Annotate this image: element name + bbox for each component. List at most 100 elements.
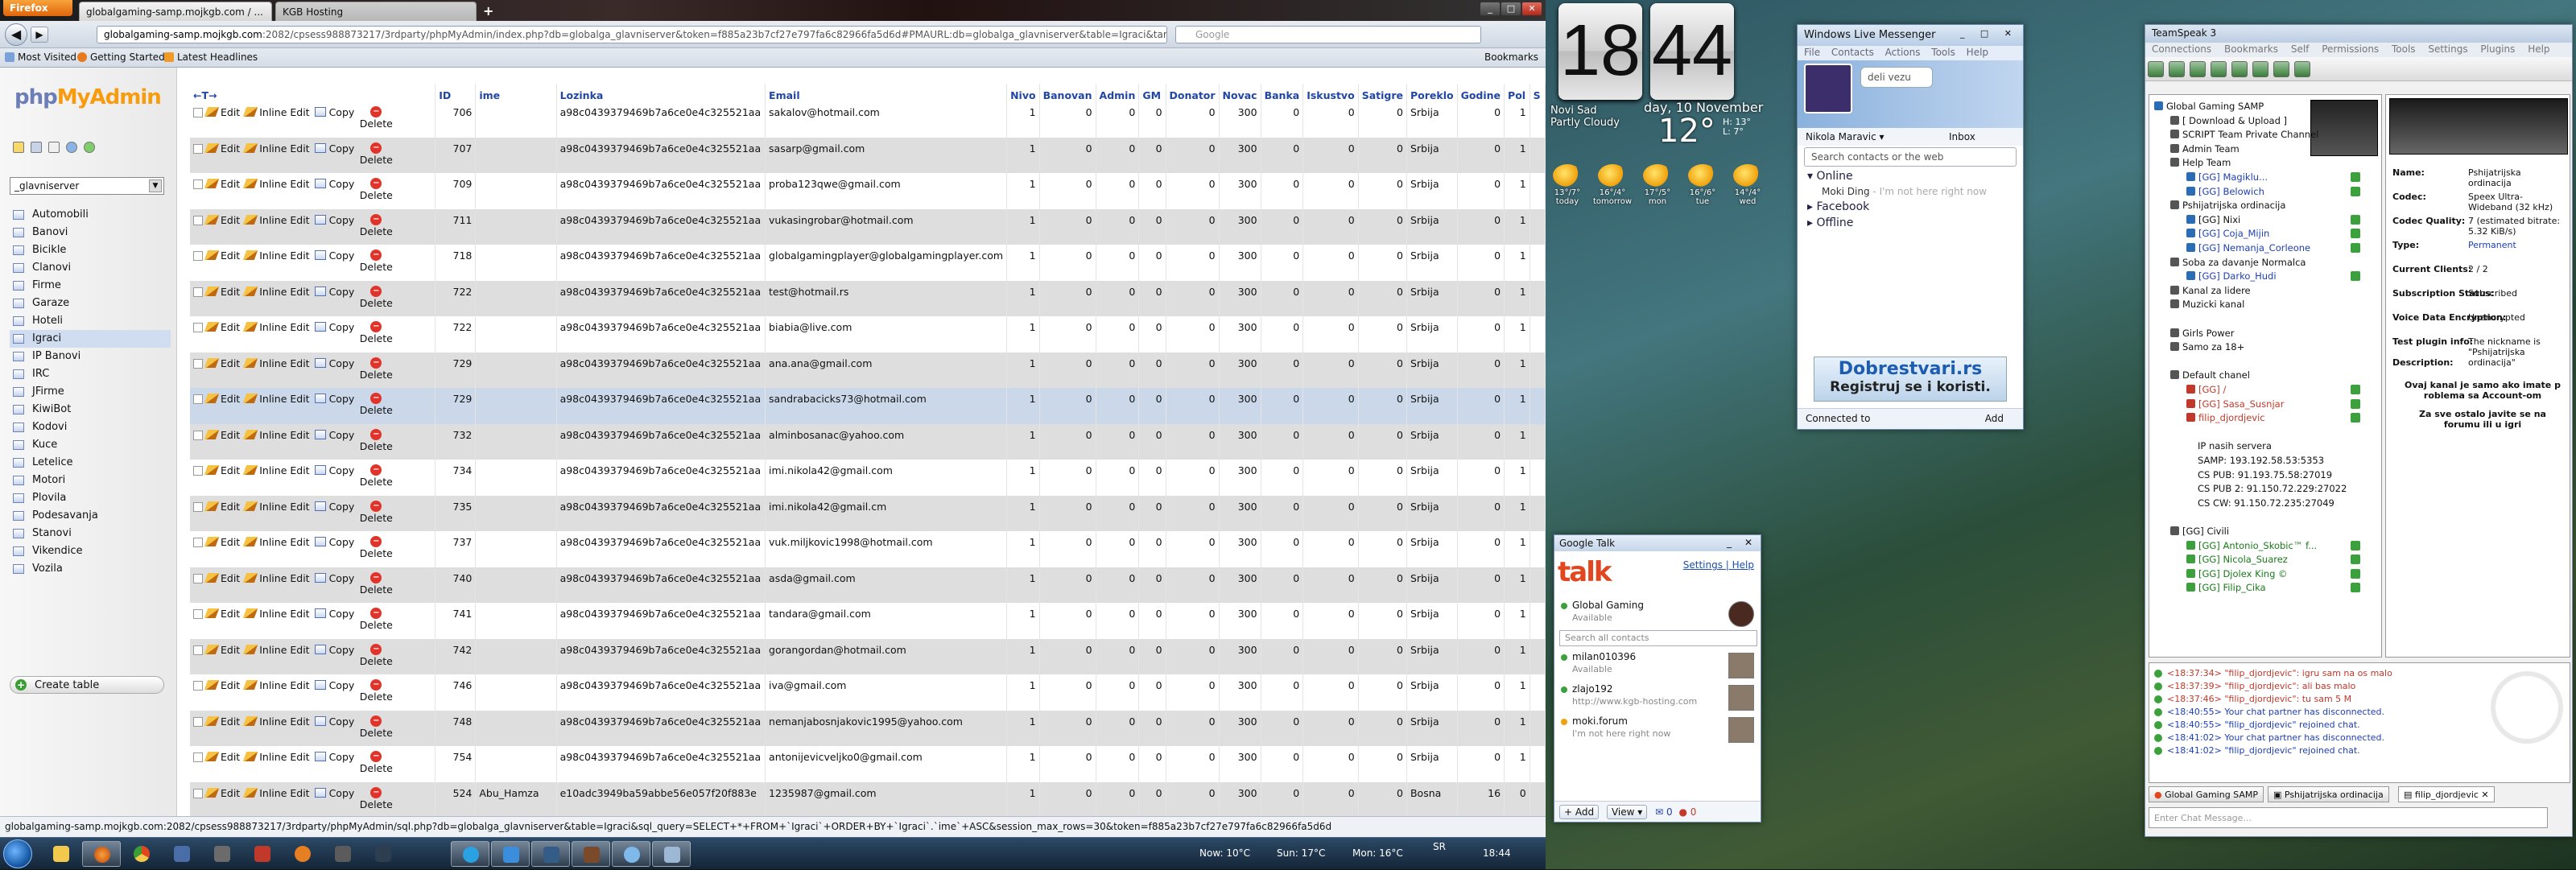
table-cell[interactable]: 300 xyxy=(1219,423,1261,460)
inline-edit-button[interactable]: Inline Edit xyxy=(243,464,310,476)
table-cell[interactable]: 0 xyxy=(1166,495,1220,531)
column-header[interactable]: Poreklo xyxy=(1406,84,1458,101)
table-cell[interactable] xyxy=(475,495,557,531)
edit-button[interactable]: Edit xyxy=(204,249,240,262)
table-cell[interactable]: 0 xyxy=(1358,710,1407,746)
table-cell[interactable]: 0 xyxy=(1358,245,1407,281)
table-cell[interactable] xyxy=(475,710,557,746)
table-cell[interactable]: 300 xyxy=(1219,316,1261,353)
table-cell[interactable]: 1 xyxy=(1504,208,1530,245)
taskbar-clock[interactable]: 18:44 xyxy=(1483,847,1511,859)
bookmarks-menu[interactable]: Bookmarks xyxy=(1484,52,1538,63)
copy-button[interactable]: Copy xyxy=(314,715,354,728)
taskbar-app[interactable] xyxy=(243,841,282,867)
table-item[interactable]: Bicikle xyxy=(10,241,171,259)
table-cell[interactable]: 0 xyxy=(1039,638,1096,674)
inline-edit-button[interactable]: Inline Edit xyxy=(243,429,310,441)
table-cell[interactable]: 0 xyxy=(1261,352,1304,388)
table-item[interactable]: JFirme xyxy=(10,383,171,401)
table-cell[interactable]: 0 xyxy=(1302,495,1359,531)
table-cell[interactable]: 1 xyxy=(1006,137,1040,173)
copy-button[interactable]: Copy xyxy=(314,357,354,369)
row-checkbox[interactable] xyxy=(193,215,203,225)
table-item[interactable]: Stanovi xyxy=(10,525,171,542)
client-item[interactable]: [GG] Coja_Mijin xyxy=(2186,227,2269,240)
edit-button[interactable]: Edit xyxy=(204,751,240,763)
table-cell[interactable]: 0 xyxy=(1261,173,1304,209)
table-cell[interactable]: 0 xyxy=(1096,603,1140,639)
table-item[interactable]: IP Banovi xyxy=(10,348,171,365)
table-cell[interactable]: 0 xyxy=(1302,781,1359,816)
table-cell[interactable]: 0 xyxy=(1457,137,1505,173)
edit-button[interactable]: Edit xyxy=(204,536,240,548)
voicemail-count[interactable]: ● 0 xyxy=(1678,806,1696,818)
table-cell[interactable]: 0 xyxy=(1096,173,1140,209)
channel-item[interactable]: Girls Power xyxy=(2170,327,2234,340)
client-item[interactable]: [GG] / xyxy=(2186,383,2226,396)
table-cell[interactable] xyxy=(475,316,557,353)
table-item[interactable]: KiwiBot xyxy=(10,401,171,419)
table-cell[interactable]: 0 xyxy=(1039,531,1096,567)
taskbar-app[interactable] xyxy=(203,841,242,867)
table-cell[interactable] xyxy=(475,208,557,245)
table-cell[interactable]: 1 xyxy=(1006,101,1040,138)
client-item[interactable]: [GG] Nemanja_Corleone xyxy=(2186,241,2310,254)
table-cell[interactable]: 0 xyxy=(1039,137,1096,173)
table-cell[interactable]: 0 xyxy=(1302,101,1359,138)
table-cell[interactable]: antonijevicveljko0@gmail.com xyxy=(765,746,1008,782)
table-cell[interactable]: 1 xyxy=(1504,531,1530,567)
table-cell[interactable]: 1 xyxy=(1006,603,1040,639)
add-button[interactable]: Add xyxy=(1985,413,2004,424)
table-cell[interactable]: sasarp@gmail.com xyxy=(765,137,1008,173)
table-cell[interactable]: 1 xyxy=(1504,710,1530,746)
table-cell[interactable]: 0 xyxy=(1261,531,1304,567)
table-cell[interactable]: 1 xyxy=(1504,460,1530,496)
table-cell[interactable]: 754 xyxy=(435,746,477,782)
table-cell[interactable]: 0 xyxy=(1096,567,1140,603)
inline-edit-button[interactable]: Inline Edit xyxy=(243,142,310,155)
table-cell[interactable]: a98c0439379469b7a6ce0e4c325521aa xyxy=(556,137,766,173)
table-cell[interactable]: 0 xyxy=(1166,352,1220,388)
table-cell[interactable]: Srbija xyxy=(1406,173,1458,209)
help-icon[interactable] xyxy=(66,142,77,153)
table-cell[interactable] xyxy=(475,101,557,138)
table-cell[interactable]: 732 xyxy=(435,423,477,460)
taskbar-explorer[interactable] xyxy=(42,841,80,867)
mail-count[interactable]: ✉ 0 xyxy=(1655,806,1673,818)
table-cell[interactable] xyxy=(475,173,557,209)
table-cell[interactable]: 0 xyxy=(1138,245,1166,281)
table-cell[interactable] xyxy=(475,352,557,388)
table-cell[interactable] xyxy=(475,638,557,674)
table-cell[interactable]: 300 xyxy=(1219,495,1261,531)
table-cell[interactable]: 0 xyxy=(1166,567,1220,603)
personal-message[interactable]: deli vezu xyxy=(1860,67,1933,88)
delete-button[interactable]: − Delete xyxy=(356,679,396,703)
table-cell[interactable]: 0 xyxy=(1302,603,1359,639)
tab-kgb-hosting[interactable]: KGB Hosting xyxy=(275,2,477,21)
table-cell[interactable]: imi.nikola42@gmail.com xyxy=(765,460,1008,496)
table-cell[interactable]: nemanjabosnjakovic1995@yahoo.com xyxy=(765,710,1008,746)
table-cell[interactable]: 1 xyxy=(1006,173,1040,209)
docs-icon[interactable] xyxy=(48,142,60,153)
table-item[interactable]: Kodovi xyxy=(10,419,171,436)
table-cell[interactable]: 0 xyxy=(1138,603,1166,639)
copy-button[interactable]: Copy xyxy=(314,393,354,405)
inline-edit-button[interactable]: Inline Edit xyxy=(243,321,310,333)
channel-item[interactable]: Pshijatrijska ordinacija xyxy=(2170,199,2285,212)
table-item[interactable]: Podesavanja xyxy=(10,507,171,525)
table-cell[interactable]: test@hotmail.rs xyxy=(765,280,1008,316)
taskbar-firefox[interactable] xyxy=(82,841,121,867)
table-cell[interactable]: 0 xyxy=(1261,423,1304,460)
delete-button[interactable]: − Delete xyxy=(356,786,396,810)
table-cell[interactable]: a98c0439379469b7a6ce0e4c325521aa xyxy=(556,638,766,674)
table-item[interactable]: IRC xyxy=(10,365,171,383)
table-cell[interactable]: 0 xyxy=(1261,388,1304,424)
table-cell[interactable]: 0 xyxy=(1138,423,1166,460)
column-header[interactable]: GM xyxy=(1138,84,1166,101)
table-cell[interactable]: 0 xyxy=(1302,245,1359,281)
table-cell[interactable]: 1 xyxy=(1504,352,1530,388)
taskbar-app[interactable] xyxy=(572,841,610,867)
row-checkbox[interactable] xyxy=(193,323,203,332)
inline-edit-button[interactable]: Inline Edit xyxy=(243,572,310,584)
table-cell[interactable]: 0 xyxy=(1457,746,1505,782)
